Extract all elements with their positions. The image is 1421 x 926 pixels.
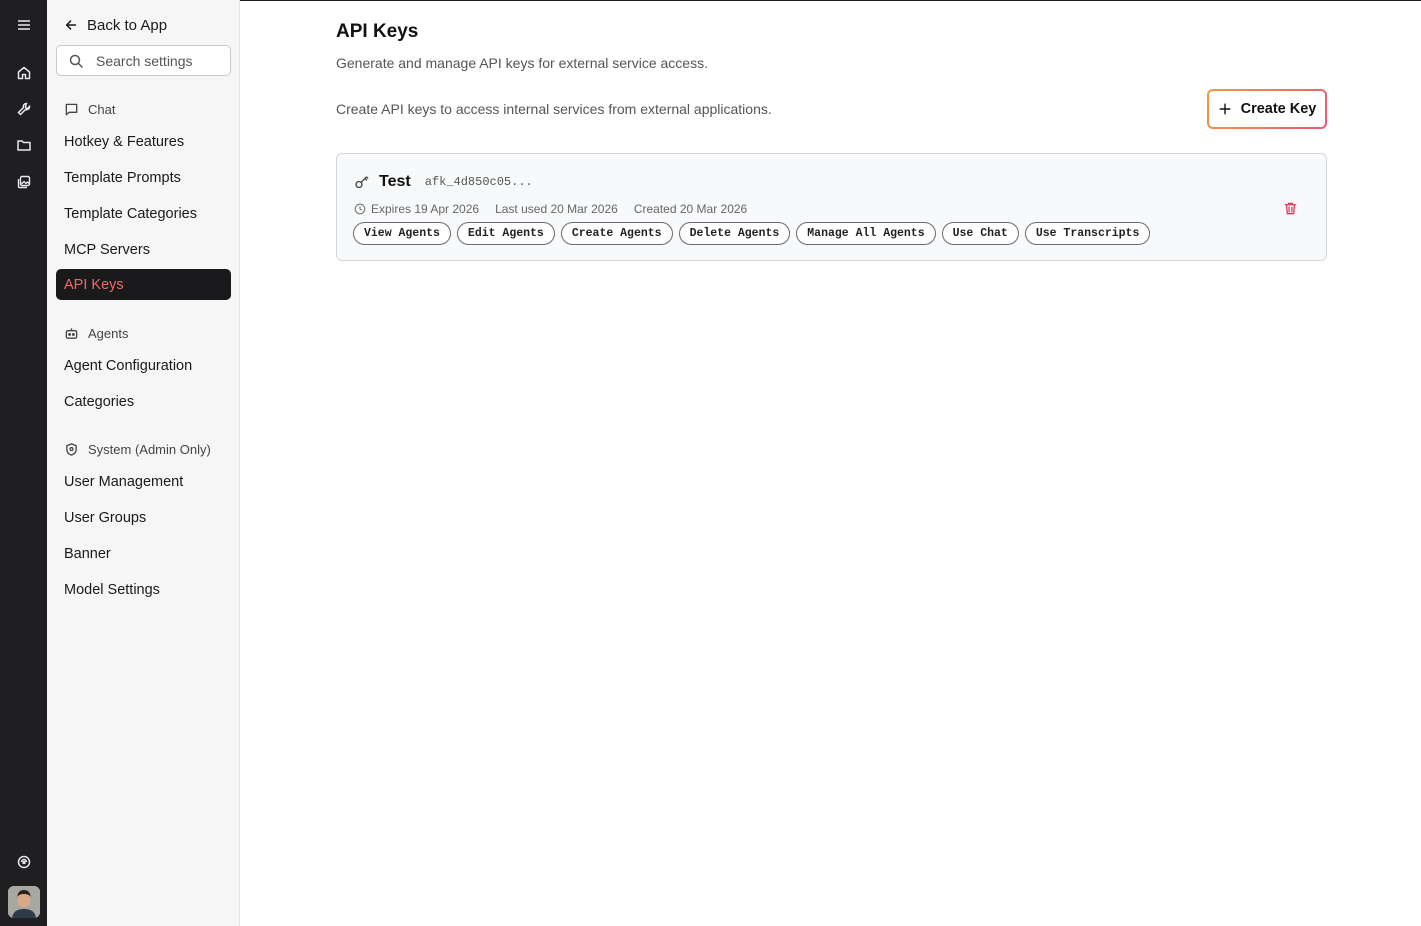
section-title-chat: Chat <box>88 101 116 117</box>
create-key-button[interactable]: Create Key <box>1207 89 1327 129</box>
sidebar-item-label: Hotkey & Features <box>64 133 185 150</box>
sidebar-item-label: Template Prompts <box>64 169 181 186</box>
sidebar-item-template-categories[interactable]: Template Categories <box>56 198 231 229</box>
permission-badge: Use Transcripts <box>1024 222 1151 245</box>
permission-badges: View Agents Edit Agents Create Agents De… <box>353 222 1151 245</box>
api-key-card: Test afk_4d850c05... Expires 19 Apr 2026… <box>336 153 1327 261</box>
key-icon <box>355 176 369 189</box>
icon-rail <box>0 0 47 926</box>
sidebar-item-template-prompts[interactable]: Template Prompts <box>56 162 231 193</box>
key-header: Test afk_4d850c05... <box>354 173 533 191</box>
key-created: Created 20 Mar 2026 <box>633 202 748 216</box>
delete-key-button[interactable] <box>1280 197 1300 219</box>
sidebar-item-label: Agent Configuration <box>64 357 193 374</box>
create-key-label: Create Key <box>1240 101 1317 117</box>
page-title: API Keys <box>336 21 419 42</box>
permission-badge: Use Chat <box>941 222 1019 245</box>
avatar[interactable] <box>8 886 40 918</box>
section-title-system: System (Admin Only) <box>88 441 211 457</box>
sidebar-item-agent-configuration[interactable]: Agent Configuration <box>56 350 231 381</box>
permission-badge: Manage All Agents <box>796 222 936 245</box>
sidebar-item-model-settings[interactable]: Model Settings <box>56 574 231 605</box>
settings-sidebar: Back to App Chat Hotkey & Features Templ… <box>47 0 240 926</box>
section-system: System (Admin Only) <box>64 440 211 458</box>
back-to-app-link[interactable]: Back to App <box>64 14 167 36</box>
clock-icon <box>354 203 366 215</box>
key-expires: Expires 19 Apr 2026 <box>371 202 480 216</box>
search-icon <box>69 54 83 68</box>
section-chat: Chat <box>64 100 115 118</box>
key-last-used: Last used 20 Mar 2026 <box>495 202 618 216</box>
top-border <box>240 0 1421 1</box>
message-square-icon <box>65 103 78 115</box>
page-description: Create API keys to access internal servi… <box>336 101 772 117</box>
page-subtitle: Generate and manage API keys for externa… <box>336 55 708 71</box>
permission-badge: Edit Agents <box>456 222 555 245</box>
section-agents: Agents <box>64 324 128 342</box>
wrench-icon[interactable] <box>11 96 37 122</box>
permission-badge: Delete Agents <box>678 222 791 245</box>
trash-icon <box>1284 202 1296 214</box>
permission-badge: View Agents <box>353 222 451 245</box>
sidebar-item-mcp-servers[interactable]: MCP Servers <box>56 234 231 265</box>
key-prefix: afk_4d850c05... <box>424 175 533 189</box>
sidebar-item-label: Categories <box>64 393 135 410</box>
sidebar-item-user-management[interactable]: User Management <box>56 466 231 497</box>
permission-badge: Create Agents <box>560 222 673 245</box>
home-icon[interactable] <box>11 60 37 86</box>
sidebar-item-label: Banner <box>64 545 111 562</box>
sidebar-item-label: Model Settings <box>64 581 160 598</box>
sidebar-item-banner[interactable]: Banner <box>56 538 231 569</box>
sidebar-item-categories[interactable]: Categories <box>56 386 231 417</box>
sidebar-item-user-groups[interactable]: User Groups <box>56 502 231 533</box>
plus-icon <box>1219 103 1231 115</box>
sidebar-item-label: User Groups <box>64 509 147 526</box>
sidebar-item-hotkey-features[interactable]: Hotkey & Features <box>56 126 231 157</box>
sidebar-item-label: API Keys <box>64 276 124 293</box>
arrow-left-icon <box>65 20 77 30</box>
key-name: Test <box>379 173 411 190</box>
shield-icon <box>66 442 77 456</box>
folder-icon[interactable] <box>11 132 37 158</box>
search-box[interactable] <box>56 45 231 76</box>
menu-icon[interactable] <box>11 12 37 38</box>
sidebar-item-label: User Management <box>64 473 184 490</box>
search-input[interactable] <box>96 52 226 69</box>
back-label: Back to App <box>87 16 168 34</box>
sidebar-item-label: MCP Servers <box>64 241 150 258</box>
key-meta: Expires 19 Apr 2026 Last used 20 Mar 202… <box>354 202 747 216</box>
section-title-agents: Agents <box>88 325 129 341</box>
gallery-icon[interactable] <box>11 169 37 195</box>
chat-support-icon[interactable] <box>11 849 37 875</box>
sidebar-item-label: Template Categories <box>64 205 197 222</box>
sidebar-item-api-keys[interactable]: API Keys <box>56 269 231 300</box>
bot-icon <box>65 327 78 339</box>
